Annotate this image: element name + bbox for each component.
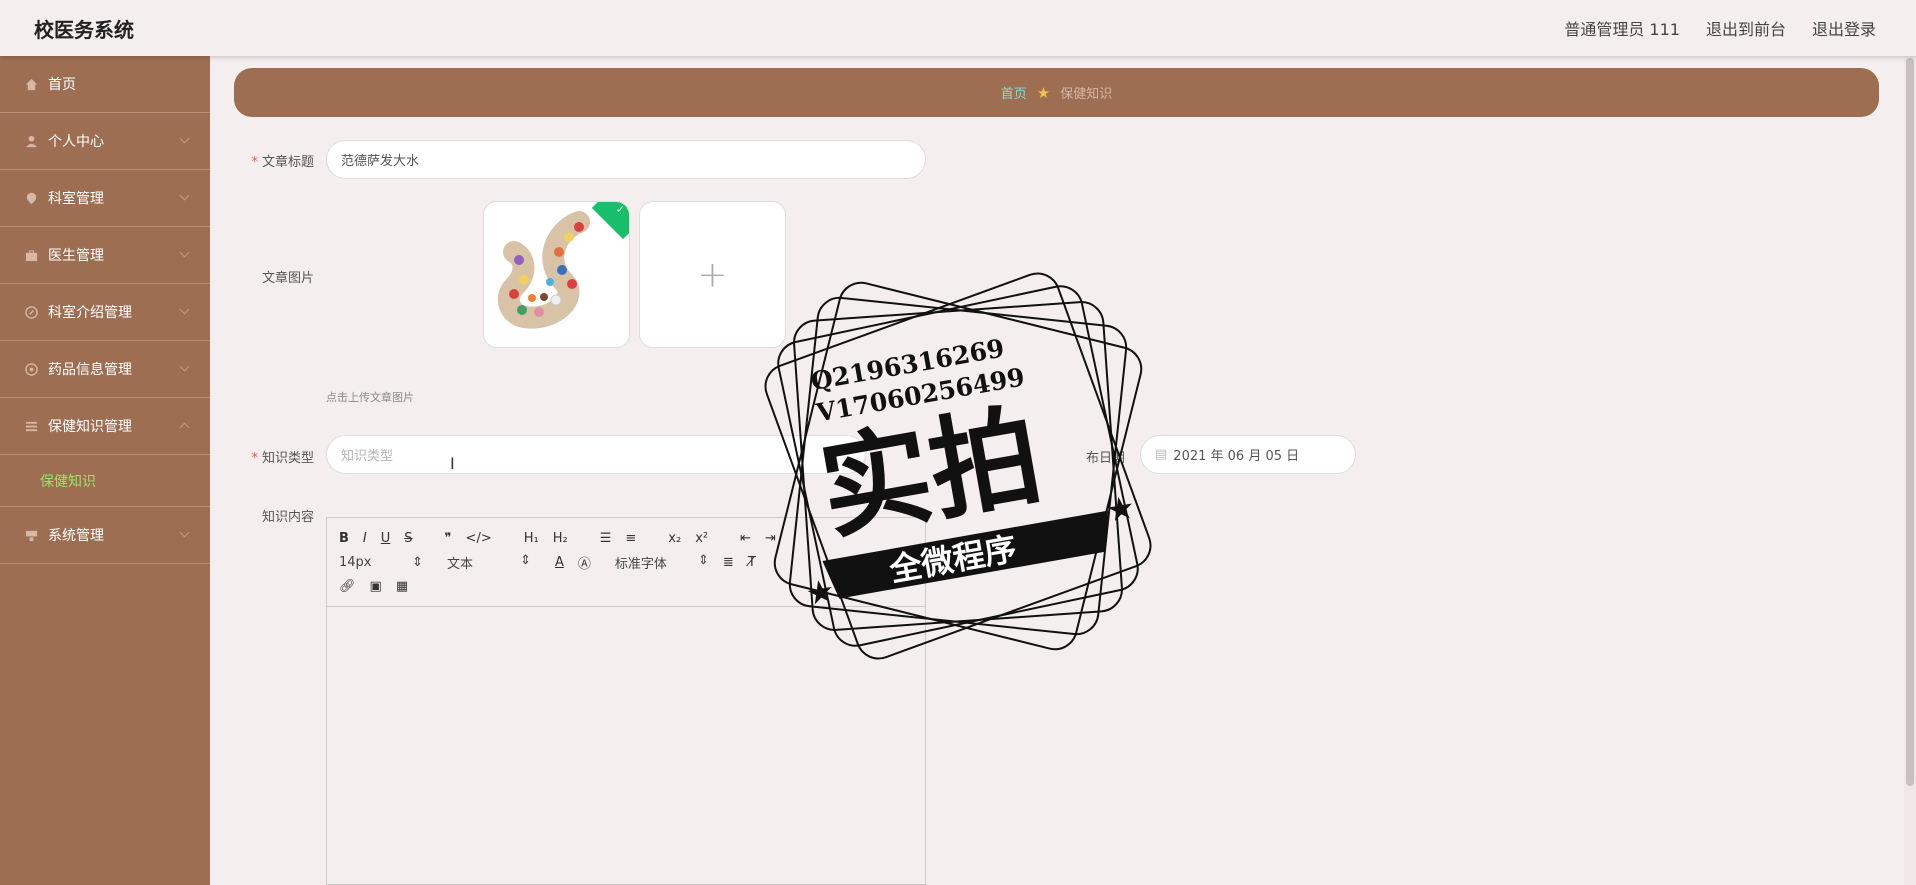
text-cursor-icon: I (450, 454, 455, 473)
h1-button[interactable]: H₁ (524, 531, 539, 546)
font-size-select[interactable]: 14px ⇕ (339, 555, 423, 570)
sidebar-item-dept-intro[interactable]: 科室介绍管理 (0, 284, 210, 341)
calendar-icon: ▤ (1155, 447, 1168, 462)
sidebar-item-health-knowledge[interactable]: 保健知识管理 (0, 398, 210, 455)
title-input[interactable]: 范德萨发大水 (326, 140, 926, 179)
sidebar-item-label: 医生管理 (48, 248, 104, 264)
top-bar: 校医务系统 普通管理员 111 退出到前台 退出登录 (0, 0, 1916, 56)
content-label: 知识内容 (261, 510, 314, 525)
image-upload-hint: 点击上传文章图片 (326, 391, 414, 404)
uploaded-image[interactable]: ✓ (483, 201, 630, 348)
chevron-down-icon (179, 133, 190, 144)
current-user: 普通管理员 111 (1564, 20, 1680, 39)
image-label: 文章图片 (261, 271, 314, 286)
sidebar-item-system[interactable]: 系统管理 (0, 507, 210, 564)
sidebar-item-medicine[interactable]: 药品信息管理 (0, 341, 210, 398)
sidebar-item-label: 药品信息管理 (48, 362, 132, 378)
type-label: * 知识类型 (251, 451, 314, 466)
sidebar: 首页 个人中心 科室管理 医生管理 科室介绍管理 药品信息管理 保健知识管理 保… (0, 56, 210, 885)
ordered-list-button[interactable]: ☰ (600, 531, 612, 546)
sidebar-subitem-health-knowledge[interactable]: 保健知识 (0, 455, 210, 507)
publish-date-input[interactable]: ▤ 2021 年 06 月 05 日 (1140, 435, 1356, 474)
editor-toolbar: B I U S ❞ </> H₁ H₂ ☰ ≡ x₂ x² ⇤ ⇥ 14px ⇕ … (327, 518, 925, 607)
home-icon (24, 77, 38, 91)
sidebar-item-label: 个人中心 (48, 134, 104, 150)
underline-button[interactable]: U (381, 531, 391, 546)
title-label: * 文章标题 (251, 155, 314, 170)
sidebar-item-department[interactable]: 科室管理 (0, 170, 210, 227)
settings-icon (24, 528, 38, 542)
compass-icon (24, 305, 38, 319)
sidebar-item-label: 首页 (48, 77, 76, 93)
code-button[interactable]: </> (466, 531, 492, 546)
video-icon[interactable]: ▦ (396, 579, 408, 594)
indent-button[interactable]: ⇥ (765, 531, 776, 546)
check-icon: ✓ (615, 203, 625, 216)
breadcrumb-current: 保健知识 (1060, 87, 1113, 102)
star-icon: ★ (1036, 83, 1051, 102)
plus-icon: + (697, 254, 728, 295)
breadcrumb: 首页 ★ 保健知识 (234, 68, 1879, 117)
location-icon (24, 191, 38, 205)
bullet-list-button[interactable]: ≡ (625, 531, 636, 546)
image-icon[interactable]: ▣ (370, 579, 382, 594)
quote-button[interactable]: ❞ (445, 531, 452, 546)
upload-add-button[interactable]: + (639, 201, 786, 348)
chevron-up-icon (179, 422, 190, 433)
subscript-button[interactable]: x₂ (668, 531, 681, 546)
header-select[interactable]: 文本 ⇕ (447, 553, 531, 572)
briefcase-icon (24, 248, 38, 262)
outdent-button[interactable]: ⇤ (740, 531, 751, 546)
breadcrumb-home[interactable]: 首页 (1001, 83, 1027, 102)
sidebar-item-label: 保健知识管理 (48, 419, 132, 435)
chevron-down-icon (179, 247, 190, 258)
sidebar-item-home[interactable]: 首页 (0, 56, 210, 113)
chevron-down-icon (179, 304, 190, 315)
date-label: 布日期 (1085, 451, 1125, 466)
background-color-button[interactable]: Ⓐ (578, 553, 591, 572)
scrollbar-thumb[interactable] (1906, 58, 1914, 786)
sidebar-item-doctor[interactable]: 医生管理 (0, 227, 210, 284)
logout-link[interactable]: 退出登录 (1812, 16, 1876, 40)
link-icon[interactable]: 🔗︎ (339, 579, 356, 594)
font-color-button[interactable]: A (555, 555, 564, 570)
menu-icon (24, 419, 38, 433)
sidebar-item-label: 系统管理 (48, 528, 104, 544)
clear-format-button[interactable]: T̸ (748, 555, 756, 570)
align-button[interactable]: ≣ (723, 555, 734, 570)
strike-button[interactable]: S (404, 531, 412, 546)
knowledge-type-select[interactable]: 知识类型 (326, 435, 866, 474)
font-family-select[interactable]: 标准字体 ⇕ (615, 553, 709, 572)
header-links: 普通管理员 111 退出到前台 退出登录 (1564, 16, 1876, 40)
chevron-down-icon (179, 527, 190, 538)
h2-button[interactable]: H₂ (553, 531, 568, 546)
superscript-button[interactable]: x² (695, 531, 708, 546)
sidebar-item-label: 科室介绍管理 (48, 305, 132, 321)
sidebar-item-label: 科室管理 (48, 191, 104, 207)
exit-front-link[interactable]: 退出到前台 (1706, 16, 1786, 40)
sidebar-item-personal[interactable]: 个人中心 (0, 113, 210, 170)
chevron-down-icon (179, 190, 190, 201)
chevron-down-icon (179, 361, 190, 372)
rich-text-editor[interactable]: B I U S ❞ </> H₁ H₂ ☰ ≡ x₂ x² ⇤ ⇥ 14px ⇕ … (326, 517, 926, 885)
pills-icon (24, 362, 38, 376)
app-title: 校医务系统 (34, 18, 134, 42)
page-scrollbar[interactable] (1904, 56, 1916, 885)
bold-button[interactable]: B (339, 531, 349, 546)
italic-button[interactable]: I (363, 531, 367, 546)
user-icon (24, 134, 38, 148)
